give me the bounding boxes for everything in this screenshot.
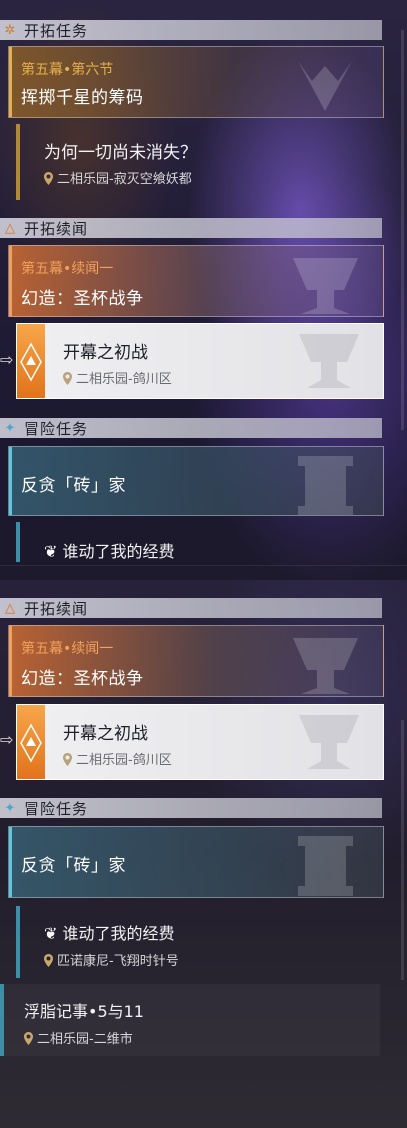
mission-card-companion[interactable]: 第五幕•续闻一 幻造：圣杯战争 [8, 245, 384, 317]
emblem-watermark-icon [298, 61, 352, 111]
chapter-label: 第五幕•续闻一 [21, 641, 114, 657]
quest-title: 开幕之初战 [63, 724, 148, 744]
section-title: 开拓任务 [24, 21, 89, 40]
quest-item-funds[interactable]: ❦ 谁动了我的经费 匹诺康尼-飞翔时针号 [16, 906, 380, 978]
selection-arrow-icon: ⇨ [0, 730, 14, 749]
quest-bar [16, 906, 20, 978]
mission-card-adventure[interactable]: 反贪「砖」家 [8, 446, 384, 516]
chalice-watermark-icon [293, 258, 358, 314]
pillar-watermark-icon [298, 456, 353, 515]
mission-card-adventure[interactable]: 反贪「砖」家 [8, 826, 384, 898]
adventure-mission-icon: ✦ [4, 420, 16, 436]
quest-title: 开幕之初战 [63, 343, 148, 363]
chapter-label: 第五幕•续闻一 [21, 261, 114, 277]
section-title: 冒险任务 [24, 419, 89, 438]
quest-diamond-icon [17, 705, 45, 779]
quest-title-text: 谁动了我的经费 [62, 542, 175, 561]
adventure-mission-icon: ✦ [4, 800, 16, 816]
trailblaze-icon: ✲ [4, 22, 16, 38]
quest-item-fat-notes[interactable]: 浮脂记事•5与11 二相乐园-二维市 [0, 984, 380, 1056]
orange-accent-bar [9, 626, 12, 696]
pillar-watermark-icon [298, 836, 353, 896]
mission-title: 反贪「砖」家 [21, 856, 126, 876]
quest-bar [0, 984, 4, 1056]
section-header-trailblaze: ✲ 开拓任务 [0, 20, 382, 40]
quest-location: 二相乐园-鸽川区 [63, 368, 172, 387]
quest-location: 二相乐园-鸽川区 [63, 749, 172, 768]
section-title: 开拓续闻 [24, 599, 89, 618]
location-pin-icon [24, 1032, 33, 1045]
companion-mission-icon: △ [5, 220, 15, 236]
quest-item-selected[interactable]: 开幕之初战 二相乐园-鸽川区 [16, 323, 384, 399]
quest-location: 匹诺康尼-飞翔时针号 [44, 950, 179, 969]
chapter-label: 第五幕•第六节 [21, 62, 114, 78]
quest-title: ❦ 谁动了我的经费 [44, 920, 175, 944]
orange-accent-bar [9, 246, 12, 316]
location-pin-icon [44, 172, 53, 185]
location-text: 匹诺康尼-飞翔时针号 [57, 954, 179, 969]
selection-arrow-icon: ⇨ [0, 350, 14, 369]
event-icon: ❦ [44, 924, 58, 943]
quest-location: 二相乐园-寂灭空飨妖都 [44, 168, 192, 187]
quest-location: 二相乐园-二维市 [24, 1028, 133, 1047]
mission-card-trailblaze[interactable]: 第五幕•第六节 挥掷千星的筹码 [8, 46, 384, 118]
quest-item-funds-partial[interactable]: ❦ 谁动了我的经费 [16, 522, 380, 562]
location-text: 二相乐园-鸽川区 [76, 372, 172, 387]
quest-item-selected[interactable]: 开幕之初战 二相乐园-鸽川区 [16, 704, 384, 780]
location-pin-icon [63, 753, 72, 766]
teal-accent-bar [9, 447, 12, 515]
mission-title: 幻造：圣杯战争 [21, 669, 144, 689]
location-text: 二相乐园-鸽川区 [76, 753, 172, 768]
section-header-adventure: ✦ 冒险任务 [0, 798, 382, 818]
quest-list-top: ✲ 开拓任务 第五幕•第六节 挥掷千星的筹码 为何一切尚未消失？ 二相乐园-寂灭… [0, 0, 407, 580]
mission-title: 反贪「砖」家 [21, 476, 126, 496]
section-title: 开拓续闻 [24, 219, 89, 238]
teal-accent-bar [9, 827, 12, 897]
quest-bar [16, 522, 20, 562]
location-pin-icon [44, 954, 53, 967]
section-header-adventure: ✦ 冒险任务 [0, 418, 382, 438]
chalice-watermark-icon [299, 715, 359, 769]
mission-title: 幻造：圣杯战争 [21, 289, 144, 309]
quest-item-why[interactable]: 为何一切尚未消失？ 二相乐园-寂灭空飨妖都 [16, 124, 380, 200]
mission-title: 挥掷千星的筹码 [21, 88, 144, 108]
quest-list-bottom: △ 开拓续闻 第五幕•续闻一 幻造：圣杯战争 ⇨ 开幕之初战 二相乐园-鸽川区 … [0, 580, 407, 1128]
scrollbar[interactable] [401, 30, 404, 430]
location-pin-icon [63, 372, 72, 385]
section-header-companion: △ 开拓续闻 [0, 218, 382, 238]
gold-accent-bar [9, 47, 12, 117]
companion-mission-icon: △ [5, 600, 15, 616]
quest-title: 为何一切尚未消失？ [44, 143, 197, 163]
quest-title: ❦ 谁动了我的经费 [44, 538, 175, 562]
chalice-watermark-icon [299, 334, 359, 388]
quest-diamond-icon [17, 324, 45, 398]
event-icon: ❦ [44, 542, 58, 561]
section-header-companion: △ 开拓续闻 [0, 598, 382, 618]
mission-card-companion[interactable]: 第五幕•续闻一 幻造：圣杯战争 [8, 625, 384, 697]
scrollbar[interactable] [401, 720, 404, 980]
location-text: 二相乐园-二维市 [37, 1032, 133, 1047]
quest-title-text: 谁动了我的经费 [62, 924, 175, 943]
quest-bar [16, 124, 20, 200]
section-title: 冒险任务 [24, 799, 89, 818]
location-text: 二相乐园-寂灭空飨妖都 [57, 172, 192, 187]
quest-title: 浮脂记事•5与11 [24, 1002, 144, 1021]
chalice-watermark-icon [293, 638, 358, 694]
divider [0, 565, 407, 566]
